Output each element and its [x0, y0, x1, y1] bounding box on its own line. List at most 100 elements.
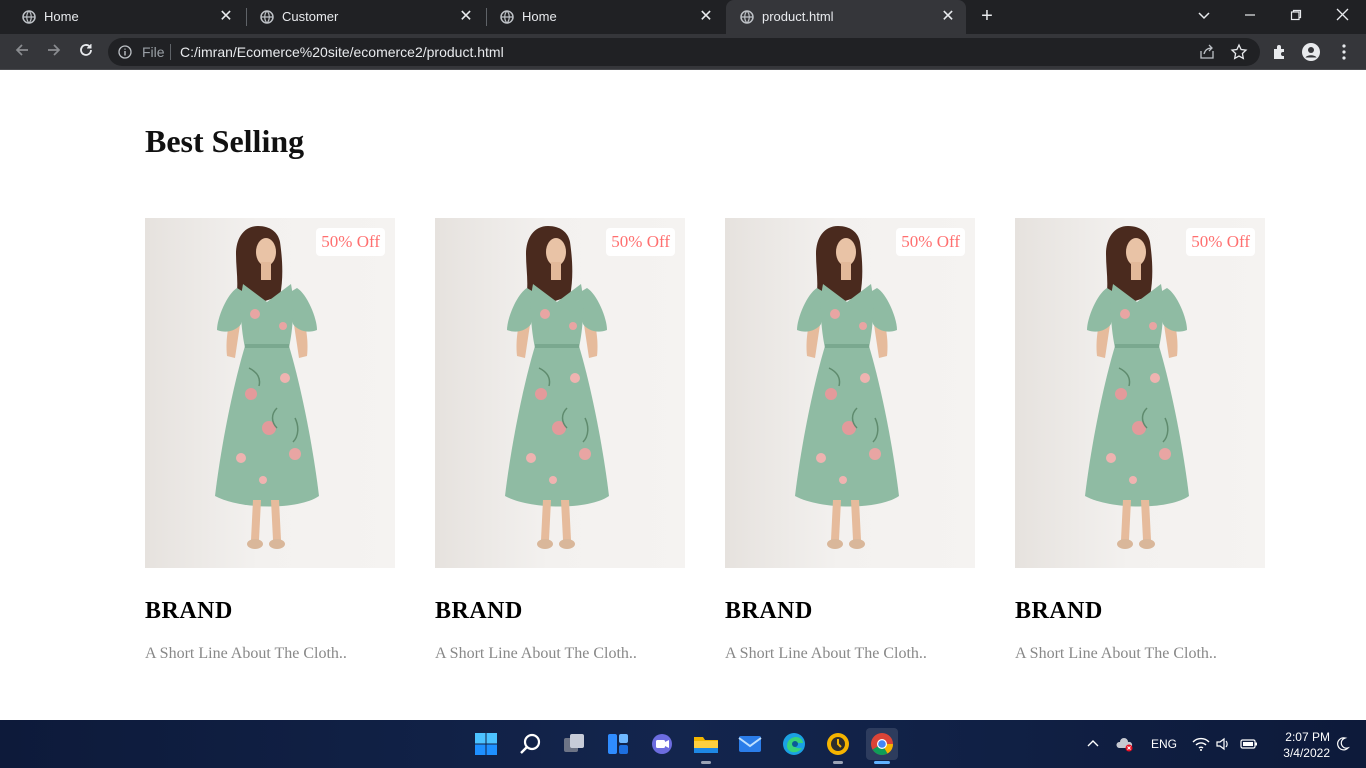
close-icon[interactable]: ✕ — [216, 7, 236, 27]
star-icon[interactable] — [1230, 43, 1248, 61]
edge-icon — [783, 733, 805, 755]
tab-customer[interactable]: Customer ✕ — [246, 0, 484, 34]
wifi-icon[interactable] — [1192, 736, 1210, 752]
tab-home-2[interactable]: Home ✕ — [486, 0, 724, 34]
teams-chat-button[interactable] — [646, 728, 678, 760]
discount-badge: 50% Off — [1186, 228, 1255, 256]
product-image[interactable]: 50% Off — [1015, 218, 1265, 568]
running-indicator — [874, 761, 890, 764]
clock[interactable]: 2:07 PM 3/4/2022 — [1262, 729, 1330, 761]
restore-icon — [1290, 9, 1302, 21]
extensions-icon[interactable] — [1270, 42, 1290, 62]
file-explorer-button[interactable] — [690, 728, 722, 764]
profile-icon[interactable] — [1301, 42, 1321, 62]
widgets-icon — [608, 734, 628, 754]
browser-shield-icon — [827, 733, 849, 755]
scheme-label: File — [142, 44, 165, 60]
task-view-button[interactable] — [558, 728, 590, 760]
product-description: A Short Line About The Cloth.. — [1015, 645, 1217, 662]
close-icon — [1336, 8, 1348, 21]
minimize-button[interactable] — [1236, 4, 1264, 28]
product-brand: BRAND — [435, 598, 523, 624]
dress-model-image — [214, 225, 320, 550]
folder-icon — [694, 737, 718, 753]
tab-product[interactable]: product.html ✕ — [726, 0, 966, 34]
arrow-left-icon — [15, 44, 28, 56]
info-icon[interactable] — [118, 45, 132, 59]
forward-button[interactable] — [42, 40, 66, 64]
edge-button[interactable] — [778, 728, 810, 760]
product-image[interactable]: 50% Off — [725, 218, 975, 568]
product-description: A Short Line About The Cloth.. — [725, 645, 927, 662]
reload-button[interactable] — [74, 40, 98, 64]
globe-icon — [740, 10, 754, 24]
page-viewport: Best Selling 50% Off BRAND A Short Line … — [0, 71, 1366, 720]
browser-toolbar: File C:/imran/Ecomerce%20site/ecomerce2/… — [0, 34, 1366, 70]
product-brand: BRAND — [1015, 598, 1103, 624]
globe-icon — [22, 10, 36, 24]
windows-logo-icon — [475, 733, 497, 755]
reload-icon — [80, 44, 92, 56]
product-image[interactable]: 50% Off — [145, 218, 395, 568]
chevron-down-icon — [1198, 12, 1210, 20]
tab-strip: Home ✕ Customer ✕ Home ✕ product.html ✕ … — [0, 0, 1366, 34]
running-indicator — [701, 761, 711, 764]
tab-title: Customer — [282, 9, 339, 24]
tab-search-button[interactable] — [1190, 4, 1218, 28]
product-image[interactable]: 50% Off — [435, 218, 685, 568]
product-card[interactable]: 50% Off BRAND A Short Line About The Clo… — [145, 218, 395, 663]
omnibox-divider — [170, 44, 171, 60]
dress-model-image — [504, 225, 610, 550]
back-button[interactable] — [10, 40, 34, 64]
brave-button[interactable] — [822, 728, 854, 764]
product-brand: BRAND — [725, 598, 813, 624]
arrow-right-icon — [48, 44, 61, 56]
close-icon[interactable]: ✕ — [938, 7, 958, 27]
clock-date: 3/4/2022 — [1283, 746, 1330, 760]
section-title: Best Selling — [145, 123, 305, 159]
mail-button[interactable] — [734, 728, 766, 760]
address-bar[interactable]: File C:/imran/Ecomerce%20site/ecomerce2/… — [108, 38, 1260, 66]
product-description: A Short Line About The Cloth.. — [435, 645, 637, 662]
product-description: A Short Line About The Cloth.. — [145, 645, 347, 662]
close-icon[interactable]: ✕ — [696, 7, 716, 27]
product-card[interactable]: 50% Off BRAND A Short Line About The Clo… — [435, 218, 685, 663]
dress-model-image — [1084, 225, 1190, 550]
mail-icon — [738, 736, 762, 752]
product-card[interactable]: 50% Off BRAND A Short Line About The Clo… — [1015, 218, 1265, 663]
tab-home-1[interactable]: Home ✕ — [8, 0, 244, 34]
globe-icon — [500, 10, 514, 24]
start-button[interactable] — [470, 728, 502, 760]
minimize-icon — [1245, 14, 1255, 16]
running-indicator — [833, 761, 843, 764]
onedrive-error-icon[interactable] — [1116, 736, 1134, 752]
more-vert-icon[interactable] — [1334, 42, 1354, 62]
globe-icon — [260, 10, 274, 24]
chrome-button[interactable] — [866, 728, 898, 764]
discount-badge: 50% Off — [896, 228, 965, 256]
search-button[interactable] — [514, 728, 546, 760]
language-indicator[interactable]: ENG — [1151, 737, 1177, 753]
url-text[interactable]: C:/imran/Ecomerce%20site/ecomerce2/produ… — [180, 44, 504, 60]
tab-title: Home — [44, 9, 79, 24]
moon-icon[interactable] — [1334, 736, 1350, 752]
product-brand: BRAND — [145, 598, 233, 624]
taskbar: ENG 2:07 PM 3/4/2022 — [0, 720, 1366, 768]
task-view-icon — [564, 734, 584, 752]
battery-icon[interactable] — [1240, 736, 1258, 752]
chat-icon — [652, 734, 672, 754]
clock-time: 2:07 PM — [1285, 730, 1330, 744]
product-card[interactable]: 50% Off BRAND A Short Line About The Clo… — [725, 218, 975, 663]
discount-badge: 50% Off — [316, 228, 385, 256]
restore-button[interactable] — [1282, 4, 1310, 28]
widgets-button[interactable] — [602, 728, 634, 760]
search-icon — [520, 733, 541, 754]
close-icon[interactable]: ✕ — [456, 7, 476, 27]
speaker-icon[interactable] — [1215, 736, 1231, 752]
window-close-button[interactable] — [1328, 4, 1356, 28]
share-icon[interactable] — [1198, 43, 1216, 61]
discount-badge: 50% Off — [606, 228, 675, 256]
new-tab-button[interactable]: + — [976, 6, 998, 28]
chevron-up-icon[interactable] — [1085, 736, 1101, 752]
tab-title: product.html — [762, 9, 834, 24]
